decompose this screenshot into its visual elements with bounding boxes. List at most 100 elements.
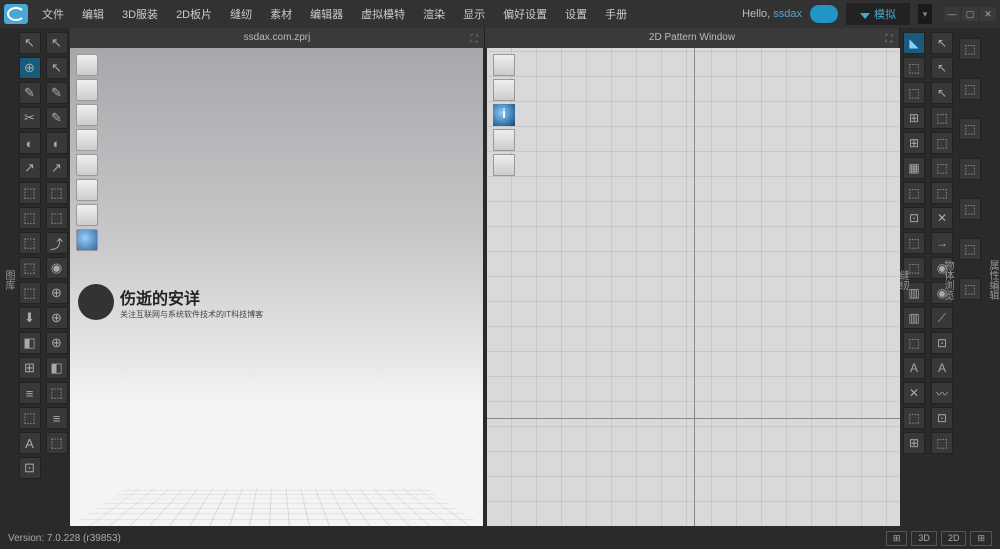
vp-surface-icon[interactable]: [76, 179, 98, 201]
left-b-tool-5[interactable]: ↗: [46, 157, 68, 179]
right-b-tool-14[interactable]: 〰: [931, 382, 953, 404]
left-a-tool-13[interactable]: ⊞: [19, 357, 41, 379]
left-a-tool-9[interactable]: ⬚: [19, 257, 41, 279]
left-b-tool-9[interactable]: ◉: [46, 257, 68, 279]
right-a-tool-8[interactable]: ⬚: [903, 232, 925, 254]
window-maximize-button[interactable]: ▢: [962, 7, 978, 21]
right-b-tool-12[interactable]: ⊡: [931, 332, 953, 354]
status-3d-button[interactable]: 3D: [911, 531, 937, 546]
menu-materials[interactable]: 素材: [262, 2, 300, 26]
vp-body-icon[interactable]: [76, 129, 98, 151]
username-link[interactable]: ssdax: [773, 8, 802, 20]
right-b-tool-11[interactable]: ⟋: [931, 307, 953, 329]
left-b-tool-12[interactable]: ⊕: [46, 332, 68, 354]
far-right-tool-6[interactable]: ⬚: [959, 278, 981, 300]
viewport-2d[interactable]: i: [487, 48, 900, 526]
right-a-tool-12[interactable]: ⬚: [903, 332, 925, 354]
vp-face-icon[interactable]: [76, 204, 98, 226]
menu-preferences[interactable]: 偏好设置: [495, 2, 555, 26]
right-b-tool-15[interactable]: ⊡: [931, 407, 953, 429]
left-a-tool-0[interactable]: ↖: [19, 32, 41, 54]
left-b-tool-0[interactable]: ↖: [46, 32, 68, 54]
vp2-shirt-icon[interactable]: [493, 79, 515, 101]
menu-editor[interactable]: 编辑器: [302, 2, 351, 26]
left-b-tool-15[interactable]: ≡: [46, 407, 68, 429]
rside-tab-property[interactable]: 属性编辑: [985, 260, 1000, 300]
left-a-tool-8[interactable]: ⬚: [19, 232, 41, 254]
left-b-tool-13[interactable]: ◧: [46, 357, 68, 379]
menu-render[interactable]: 渲染: [415, 2, 453, 26]
right-a-tool-2[interactable]: ⬚: [903, 82, 925, 104]
far-right-tool-4[interactable]: ⬚: [959, 198, 981, 220]
sidebar-tab-library[interactable]: 图库: [1, 270, 16, 290]
left-a-tool-3[interactable]: ✂: [19, 107, 41, 129]
maximize-3d-icon[interactable]: ⛶: [468, 30, 480, 42]
far-right-tool-5[interactable]: ⬚: [959, 238, 981, 260]
left-a-tool-16[interactable]: A: [19, 432, 41, 454]
left-a-tool-17[interactable]: ⊡: [19, 457, 41, 479]
right-a-tool-1[interactable]: ⬚: [903, 57, 925, 79]
vp-shirt-icon[interactable]: [76, 79, 98, 101]
viewport-3d[interactable]: 伤逝的安详 关注互联网与系统软件技术的IT科技博客: [70, 48, 483, 526]
left-a-tool-5[interactable]: ↗: [19, 157, 41, 179]
menu-edit[interactable]: 编辑: [74, 2, 112, 26]
far-right-tool-2[interactable]: ⬚: [959, 118, 981, 140]
menu-manual[interactable]: 手册: [597, 2, 635, 26]
left-a-tool-12[interactable]: ◧: [19, 332, 41, 354]
window-close-button[interactable]: ✕: [980, 7, 996, 21]
left-a-tool-10[interactable]: ⬚: [19, 282, 41, 304]
far-right-tool-3[interactable]: ⬚: [959, 158, 981, 180]
status-layout-button[interactable]: ⊞: [886, 531, 908, 546]
left-a-tool-4[interactable]: ◐: [19, 132, 41, 154]
left-a-tool-11[interactable]: ⬇: [19, 307, 41, 329]
left-a-tool-6[interactable]: ⬚: [19, 182, 41, 204]
left-b-tool-1[interactable]: ↖: [46, 57, 68, 79]
window-minimize-button[interactable]: —: [944, 7, 960, 21]
right-a-tool-6[interactable]: ⬚: [903, 182, 925, 204]
menu-avatar[interactable]: 虚拟模特: [353, 2, 413, 26]
right-b-tool-3[interactable]: ⬚: [931, 107, 953, 129]
right-b-tool-2[interactable]: ↖: [931, 82, 953, 104]
right-b-tool-16[interactable]: ⬚: [931, 432, 953, 454]
menu-display[interactable]: 显示: [455, 2, 493, 26]
left-a-tool-2[interactable]: ✎: [19, 82, 41, 104]
menu-3d-garment[interactable]: 3D服装: [114, 2, 166, 26]
right-a-tool-4[interactable]: ⊞: [903, 132, 925, 154]
right-a-tool-7[interactable]: ⊡: [903, 207, 925, 229]
vp2-garment-icon[interactable]: [493, 154, 515, 176]
right-a-tool-16[interactable]: ⊞: [903, 432, 925, 454]
left-b-tool-14[interactable]: ⬚: [46, 382, 68, 404]
left-a-tool-14[interactable]: ≡: [19, 382, 41, 404]
right-b-tool-5[interactable]: ⬚: [931, 157, 953, 179]
left-b-tool-11[interactable]: ⊕: [46, 307, 68, 329]
right-a-tool-11[interactable]: ▥: [903, 307, 925, 329]
cloud-icon[interactable]: [810, 5, 838, 23]
vp-avatar-icon[interactable]: [76, 54, 98, 76]
status-2d-button[interactable]: 2D: [941, 531, 967, 546]
vp2-panel-icon[interactable]: [493, 129, 515, 151]
right-b-tool-8[interactable]: →: [931, 232, 953, 254]
left-b-tool-2[interactable]: ✎: [46, 82, 68, 104]
left-a-tool-1[interactable]: ⊕: [19, 57, 41, 79]
far-right-tool-0[interactable]: ⬚: [959, 38, 981, 60]
right-b-tool-4[interactable]: ⬚: [931, 132, 953, 154]
menu-file[interactable]: 文件: [34, 2, 72, 26]
rside-tab-object[interactable]: 物体浏览: [940, 260, 955, 300]
left-b-tool-10[interactable]: ⊕: [46, 282, 68, 304]
left-b-tool-6[interactable]: ⬚: [46, 182, 68, 204]
status-grid-button[interactable]: ⊞: [970, 531, 992, 546]
vp2-info-icon[interactable]: i: [493, 104, 515, 126]
vp-garment-icon[interactable]: [76, 104, 98, 126]
simulate-dropdown[interactable]: ▾: [918, 4, 932, 24]
right-a-tool-3[interactable]: ⊞: [903, 107, 925, 129]
right-b-tool-1[interactable]: ↖: [931, 57, 953, 79]
left-b-tool-3[interactable]: ✎: [46, 107, 68, 129]
right-b-tool-6[interactable]: ⬚: [931, 182, 953, 204]
maximize-2d-icon[interactable]: ⛶: [883, 30, 895, 42]
vp2-pointer-icon[interactable]: [493, 54, 515, 76]
left-a-tool-7[interactable]: ⬚: [19, 207, 41, 229]
simulate-button[interactable]: 模拟: [846, 3, 910, 25]
right-a-tool-15[interactable]: ⬚: [903, 407, 925, 429]
menu-sewing[interactable]: 缝纫: [222, 2, 260, 26]
vp-globe-icon[interactable]: [76, 229, 98, 251]
